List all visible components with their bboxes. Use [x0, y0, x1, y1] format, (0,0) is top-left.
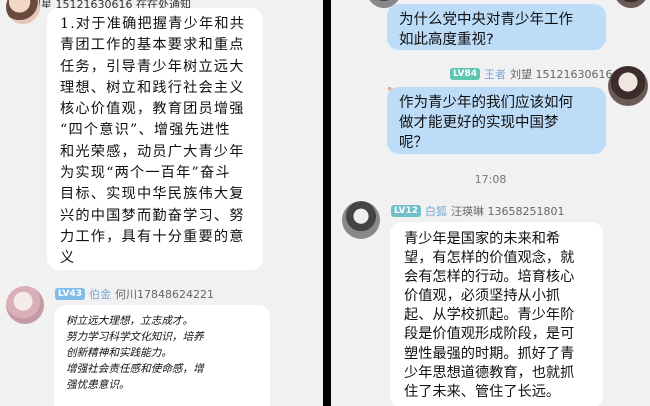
message-line: 目标、实现中华民族伟大复	[60, 186, 245, 203]
message-line: 核心价值观，教育团员增强	[60, 101, 245, 118]
message-line: 少年思想道德教育，也就抓	[404, 364, 575, 381]
message-bubble[interactable]: 树立远大理想，立志成才。 努力学习科学文化知识，培养 创新精神和实践能力。 增强…	[54, 305, 270, 406]
avatar[interactable]	[342, 201, 380, 239]
message-bubble[interactable]: 为什么党中央对青少年工作 如此高度重视?	[387, 4, 606, 50]
message-line: 望，有怎样的价值观念，就	[404, 250, 575, 267]
message-line: 起、从学校抓起。青少年阶	[404, 307, 575, 324]
avatar[interactable]	[608, 66, 648, 106]
sender-name: 刘望 15121630616	[510, 68, 613, 81]
message-line: “四个意识”、增强先进性	[60, 122, 231, 139]
top-header-text: 刘星 15121630616 在在处通知	[30, 0, 191, 8]
sender-meta: LV84 王者 刘望 15121630616	[450, 66, 612, 82]
message-line: 理想、树立和践行社会主义	[60, 79, 245, 96]
message-bubble[interactable]: 青少年是国家的未来和希 望，有怎样的价值观念，就 会有怎样的行动。培育核心 价值…	[390, 222, 603, 406]
sender-meta: LV43 伯金 何川17848624221	[55, 286, 214, 302]
sender-name: 何川17848624221	[115, 288, 214, 301]
level-badge: LV43	[55, 288, 85, 300]
chat-panel-right: 为什么党中央对青少年工作 如此高度重视? LV84 王者 刘望 15121630…	[331, 0, 650, 406]
message-line: 青团工作的基本要求和重点	[60, 37, 245, 54]
message-line: 任务，引导青少年树立远大	[60, 58, 245, 75]
message-line: 创新精神和实践能力。	[66, 347, 172, 359]
sender-nickname: 白狐	[425, 205, 447, 218]
message-line: 段是价值观形成阶段，是可	[404, 326, 575, 343]
message-line: 会有怎样的行动。培育核心	[404, 269, 575, 286]
message-line: 兴的中国梦而勤奋学习、努	[60, 207, 245, 224]
message-line: 呢？	[399, 135, 428, 151]
message-line: 增强社会责任感和使命感，增	[66, 363, 204, 375]
message-line: 作为青少年的我们应该如何	[399, 95, 573, 111]
message-line: 青少年是国家的未来和希	[404, 231, 561, 247]
message-bubble[interactable]: 1.对于准确把握青少年和共 青团工作的基本要求和重点 任务，引导青少年树立远大 …	[47, 8, 263, 270]
avatar[interactable]	[614, 0, 648, 8]
message-bubble[interactable]: 作为青少年的我们应该如何 做才能更好的实现中国梦 呢？	[387, 87, 606, 154]
message-line: 塑性最强的时期。抓好了青	[404, 345, 575, 362]
message-line: 力工作，具有十分重要的意	[60, 228, 245, 245]
message-line: 强忧患意识。	[66, 379, 130, 391]
message-line: 做才能更好的实现中国梦	[399, 115, 559, 131]
level-badge: LV12	[391, 205, 421, 217]
message-line: 义	[60, 250, 76, 267]
message-line: 和光荣感，动员广大青少年	[60, 143, 245, 160]
sender-meta: LV12 白狐 汪瑛琳 13658251801	[391, 203, 564, 219]
message-line: 树立远大理想，立志成才。	[66, 315, 194, 327]
sender-nickname: 伯金	[89, 288, 111, 301]
message-line: 为什么党中央对青少年工作	[399, 12, 573, 28]
message-line: 1.对于准确把握青少年和共	[60, 16, 246, 32]
level-badge: LV84	[450, 68, 480, 80]
message-line: 价值观，必须坚持从小抓	[404, 288, 561, 305]
timestamp: 17:08	[474, 173, 507, 186]
message-line: 努力学习科学文化知识，培养	[66, 331, 204, 343]
message-line: 为实现“两个一百年”奋斗	[60, 165, 231, 182]
message-line: 住了未来、管住了长远。	[404, 383, 561, 400]
avatar[interactable]	[6, 286, 44, 324]
avatar[interactable]	[6, 0, 40, 24]
sender-nickname: 王者	[484, 68, 506, 81]
message-line: 如此高度重视?	[399, 32, 494, 48]
sender-name: 汪瑛琳 13658251801	[451, 205, 565, 218]
chat-panel-left: 刘星 15121630616 在在处通知 1.对于准确把握青少年和共 青团工作的…	[0, 0, 323, 406]
